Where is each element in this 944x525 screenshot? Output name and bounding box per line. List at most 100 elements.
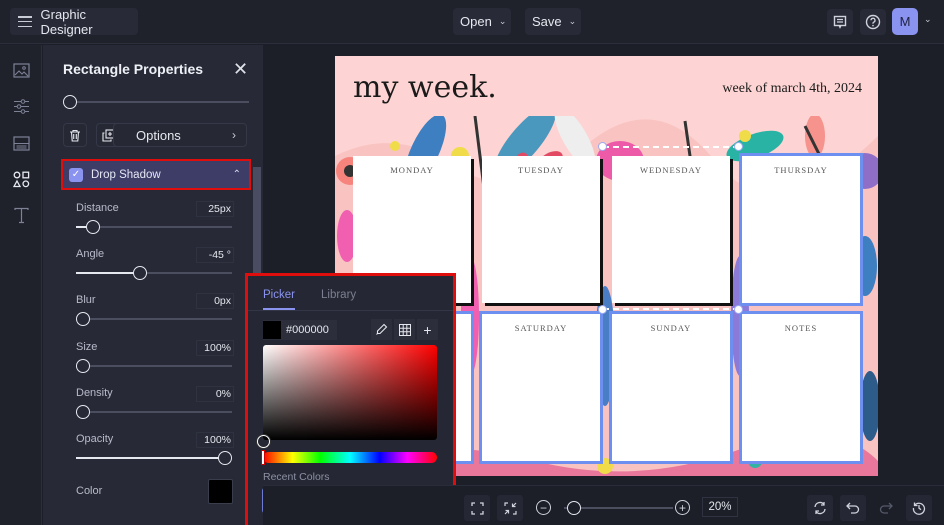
- app-menu-button[interactable]: Graphic Designer: [10, 6, 138, 37]
- selection-border: [603, 146, 739, 148]
- undo-button[interactable]: [840, 495, 866, 521]
- undo-icon: [846, 502, 860, 514]
- density-slider[interactable]: [76, 404, 232, 419]
- size-input[interactable]: 100%: [196, 339, 234, 356]
- hex-input[interactable]: #000000: [263, 320, 337, 340]
- slider-track: [63, 101, 249, 103]
- size-slider[interactable]: [76, 358, 232, 373]
- drop-shadow-header[interactable]: ✓ Drop Shadow ⌃: [61, 159, 251, 190]
- drop-shadow-checkbox[interactable]: ✓: [69, 167, 83, 182]
- zoom-value[interactable]: 20%: [702, 497, 738, 517]
- refresh-button[interactable]: [807, 495, 833, 521]
- options-label: Options: [136, 127, 181, 143]
- adjustments-icon[interactable]: [11, 96, 31, 116]
- shapes-icon[interactable]: [11, 169, 31, 189]
- slider-knob[interactable]: [63, 95, 77, 109]
- opacity-input[interactable]: 100%: [196, 432, 234, 448]
- tab-library[interactable]: Library: [321, 289, 356, 301]
- top-slider[interactable]: [63, 95, 249, 109]
- chevron-down-icon[interactable]: ⌄: [924, 14, 932, 25]
- angle-slider[interactable]: [76, 266, 232, 281]
- slider-track: [76, 410, 232, 413]
- palette-grid-button[interactable]: [394, 319, 415, 340]
- zoom-knob[interactable]: [566, 501, 581, 515]
- open-button[interactable]: Open ⌄: [453, 8, 511, 35]
- slider-knob[interactable]: [76, 358, 90, 373]
- app-title: Graphic Designer: [40, 6, 93, 37]
- resize-handle[interactable]: [734, 305, 743, 314]
- opacity-label: Opacity: [76, 433, 114, 445]
- slider-knob[interactable]: [218, 451, 232, 465]
- close-icon[interactable]: ✕: [233, 59, 248, 80]
- fit-screen-button[interactable]: [464, 495, 490, 521]
- angle-input[interactable]: -45 °: [196, 247, 234, 264]
- saturation-knob[interactable]: [257, 435, 270, 448]
- properties-panel: Rectangle Properties ✕ Options › ✓ Drop …: [43, 45, 263, 525]
- day-card-saturday[interactable]: SATURDAY: [479, 311, 603, 464]
- angle-label: Angle: [76, 248, 105, 261]
- avatar[interactable]: M: [892, 8, 918, 35]
- day-card-thursday[interactable]: THURSDAY: [739, 153, 863, 306]
- slider-knob[interactable]: [76, 404, 90, 419]
- document-subtitle[interactable]: week of march 4th, 2024: [722, 81, 862, 97]
- distance-slider[interactable]: [76, 220, 232, 234]
- day-card-tuesday[interactable]: TUESDAY: [482, 156, 600, 303]
- tab-picker[interactable]: Picker: [263, 289, 295, 301]
- options-button[interactable]: Options ›: [113, 123, 247, 147]
- hue-slider[interactable]: [263, 452, 437, 463]
- resize-handle[interactable]: [598, 305, 607, 314]
- history-icon: [912, 502, 926, 515]
- shrink-button[interactable]: [497, 495, 523, 521]
- history-button[interactable]: [906, 495, 932, 521]
- distance-input[interactable]: 25px: [196, 201, 234, 217]
- tool-rail: [0, 45, 42, 525]
- save-button[interactable]: Save ⌄: [525, 8, 581, 35]
- help-icon: [865, 14, 881, 30]
- resize-handle[interactable]: [598, 142, 607, 151]
- feedback-icon: [833, 15, 847, 29]
- text-icon[interactable]: [11, 205, 31, 225]
- help-button[interactable]: [860, 9, 886, 35]
- eyedropper-button[interactable]: [371, 319, 392, 340]
- redo-button[interactable]: [873, 495, 899, 521]
- slider-knob[interactable]: [76, 312, 90, 327]
- chevron-right-icon: ›: [232, 128, 236, 142]
- bottom-bar: − + 20%: [263, 485, 944, 525]
- zoom-out-icon[interactable]: −: [536, 500, 551, 515]
- collapse-icon: [503, 501, 517, 515]
- day-card-sunday[interactable]: SUNDAY: [609, 311, 733, 464]
- image-icon[interactable]: [11, 60, 31, 80]
- size-label: Size: [76, 340, 98, 353]
- zoom-in-icon[interactable]: +: [675, 500, 690, 515]
- current-color-swatch: [263, 321, 281, 339]
- density-input[interactable]: 0%: [196, 385, 234, 402]
- resize-handle[interactable]: [734, 142, 743, 151]
- density-label: Density: [76, 386, 113, 399]
- saturation-value-area[interactable]: [263, 345, 437, 440]
- document-title[interactable]: my week.: [353, 70, 497, 105]
- hue-knob[interactable]: [261, 450, 265, 465]
- divider: [248, 310, 453, 311]
- slider-track: [76, 364, 232, 367]
- hamburger-icon: [18, 16, 32, 27]
- zoom-slider[interactable]: [564, 501, 673, 515]
- chevron-up-icon[interactable]: ⌃: [233, 169, 241, 180]
- layout-icon[interactable]: [11, 133, 31, 153]
- blur-slider[interactable]: [76, 312, 232, 327]
- distance-label: Distance: [76, 202, 119, 214]
- day-card-notes[interactable]: NOTES: [739, 311, 863, 464]
- grid-icon: [398, 323, 411, 336]
- delete-button[interactable]: [63, 123, 87, 147]
- blur-input[interactable]: 0px: [196, 293, 234, 310]
- shadow-color-swatch[interactable]: [208, 479, 233, 504]
- recent-colors-label: Recent Colors: [263, 471, 330, 483]
- feedback-button[interactable]: [827, 9, 853, 35]
- slider-knob[interactable]: [85, 220, 100, 234]
- chevron-down-icon: ⌄: [498, 16, 507, 26]
- open-label: Open: [460, 14, 492, 29]
- refresh-icon: [814, 501, 826, 515]
- slider-knob[interactable]: [132, 266, 147, 281]
- add-color-button[interactable]: +: [417, 319, 438, 340]
- opacity-slider[interactable]: [76, 451, 232, 465]
- day-card-wednesday[interactable]: WEDNESDAY: [612, 156, 730, 303]
